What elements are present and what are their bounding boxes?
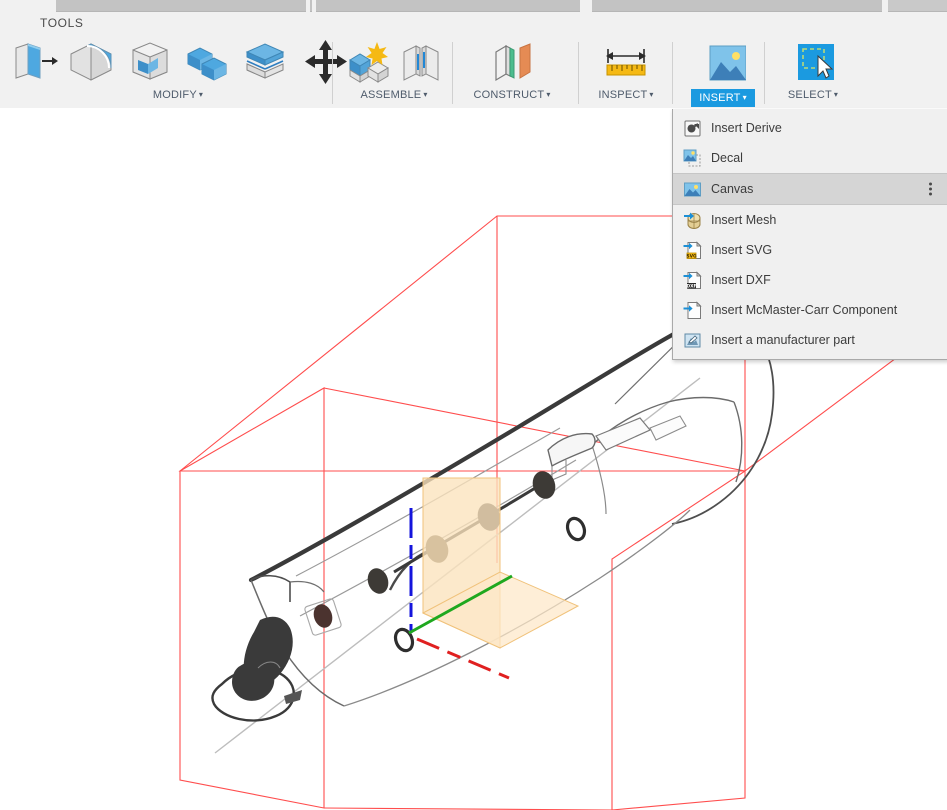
canvas-selection-highlight [421,477,580,649]
ribbon-toolbar: TOOLS MODIFY ▾ ASSEMBLE ▾ CONSTRUCT ▾ IN… [0,12,947,109]
offset-plane-icon[interactable] [484,38,540,86]
toolbar-group-label-construct[interactable]: CONSTRUCT ▾ [462,89,562,101]
insert-mesh-icon [683,211,702,230]
menu-item-insert-mcmaster-carr[interactable]: Insert McMaster-Carr Component [673,295,947,325]
chevron-down-icon: ▾ [742,93,747,102]
insert-label-text: INSERT [699,92,741,104]
toolbar-separator-1 [332,42,333,104]
construct-label-text: CONSTRUCT [473,89,545,101]
split-face-icon[interactable] [240,38,290,86]
menu-item-canvas[interactable]: Canvas [673,173,947,205]
window-tab-strip [0,0,947,12]
joint-icon[interactable] [398,38,444,86]
tab-segment-5[interactable] [888,0,947,12]
chevron-down-icon: ▾ [546,90,551,99]
toolbar-separator-3 [578,42,579,104]
menu-item-insert-svg[interactable]: SVG Insert SVG [673,235,947,265]
menu-item-label: Decal [711,151,743,165]
toolbar-group-modify: MODIFY ▾ [4,38,352,101]
toolbar-group-inspect: INSPECT ▾ [588,38,664,101]
insert-svg-icon: SVG [683,240,702,260]
insert-manufacturer-part-icon [683,331,702,350]
toolbar-group-label-assemble[interactable]: ASSEMBLE ▾ [340,89,448,101]
menu-item-insert-derive[interactable]: Insert Derive [673,113,947,143]
new-component-icon[interactable] [344,38,390,86]
toolbar-group-label-insert[interactable]: INSERT ▾ [691,89,755,107]
toolbar-group-label-modify[interactable]: MODIFY ▾ [4,89,352,101]
chevron-down-icon: ▾ [423,90,428,99]
menu-item-label: Insert SVG [711,243,773,257]
toolbar-group-label-inspect[interactable]: INSPECT ▾ [588,89,664,101]
menu-item-label: Insert Derive [711,121,782,135]
inspect-label-text: INSPECT [598,89,648,101]
select-window-icon[interactable] [790,38,836,86]
menu-item-label: Insert a manufacturer part [711,333,855,347]
menu-item-decal[interactable]: Decal [673,143,947,173]
menu-item-label: Insert Mesh [711,213,777,227]
canvas-icon [683,180,702,199]
insert-dxf-icon: DXF [683,270,702,290]
shell-icon[interactable] [124,38,174,86]
svg-text:SVG: SVG [686,253,697,259]
toolbar-group-assemble: ASSEMBLE ▾ [340,38,448,101]
insert-dropdown-menu[interactable]: Insert Derive Decal Canvas Insert Mesh S… [672,109,947,360]
modify-label-text: MODIFY [152,89,197,101]
chevron-down-icon: ▾ [198,90,204,99]
insert-mcmaster-icon [683,300,702,320]
insert-canvas-icon[interactable] [700,38,746,86]
tab-segment-2[interactable] [310,0,312,12]
toolbar-group-insert: INSERT ▾ [676,38,770,107]
canvas-overflow-menu-icon[interactable] [929,182,932,196]
chevron-down-icon: ▾ [833,90,839,99]
decal-icon [683,149,702,168]
toolbar-separator-5 [764,42,765,104]
menu-item-insert-dxf[interactable]: DXF Insert DXF [673,265,947,295]
toolbar-separator-4 [672,42,673,104]
fillet-icon[interactable] [66,38,116,86]
menu-item-label: Insert McMaster-Carr Component [711,303,898,317]
select-label-text: SELECT [787,89,832,101]
menu-item-label: Canvas [711,182,754,196]
toolbar-group-select: SELECT ▾ [770,38,856,101]
toolbar-group-construct: CONSTRUCT ▾ [462,38,562,101]
tab-segment-4[interactable] [592,0,882,12]
tab-segment-1[interactable] [56,0,306,12]
assemble-label-text: ASSEMBLE [360,89,422,101]
press-pull-icon[interactable] [8,38,58,86]
ribbon-context-label: TOOLS [40,16,84,30]
svg-text:DXF: DXF [686,283,696,289]
toolbar-group-label-select[interactable]: SELECT ▾ [770,89,856,101]
tab-segment-3[interactable] [316,0,580,12]
insert-derive-icon [683,119,702,138]
chevron-down-icon: ▾ [649,90,654,99]
menu-item-insert-manufacturer-part[interactable]: Insert a manufacturer part [673,325,947,355]
toolbar-separator-2 [452,42,453,104]
combine-icon[interactable] [182,38,232,86]
menu-item-label: Insert DXF [711,273,771,287]
measure-icon[interactable] [598,38,654,86]
menu-item-insert-mesh[interactable]: Insert Mesh [673,205,947,235]
